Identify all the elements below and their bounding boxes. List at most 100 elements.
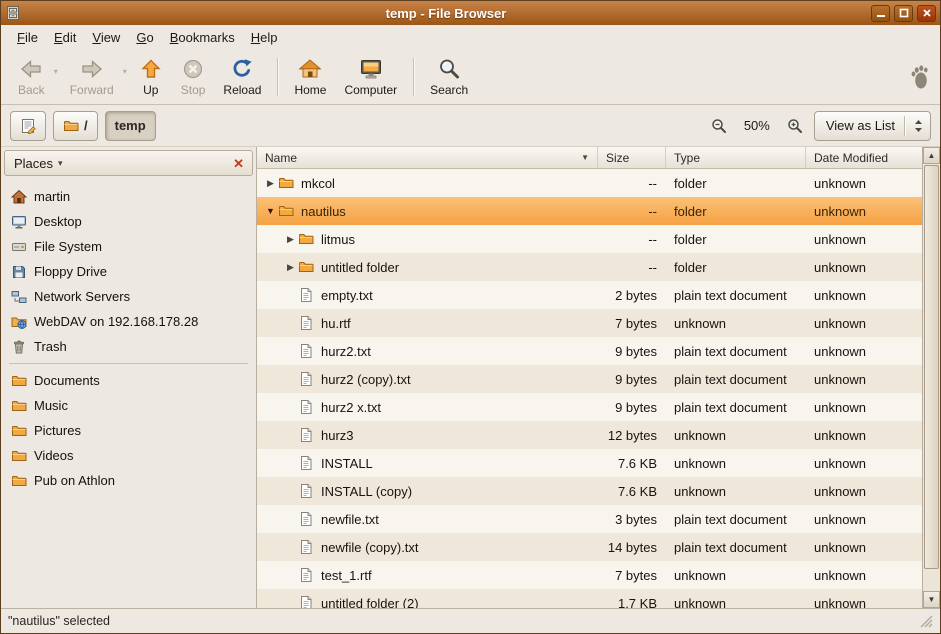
reload-label: Reload [223,83,261,97]
sidebar-item-documents[interactable]: Documents [1,368,256,393]
file-rows: ▶mkcol--folderunknown▼nautilus--folderun… [257,169,922,608]
search-button[interactable]: Search [421,52,477,102]
sidebar-item-file-system[interactable]: File System [1,234,256,259]
file-size: 9 bytes [598,372,666,387]
column-header-date-modified[interactable]: Date Modified [806,147,922,168]
menu-view[interactable]: View [84,27,128,48]
trash-icon [11,339,27,355]
file-row-test-1-rtf[interactable]: test_1.rtf7 bytesunknownunknown [257,561,922,589]
text-file-icon [298,427,314,443]
home-button[interactable]: Home [285,52,335,102]
file-size: 1.7 KB [598,596,666,609]
expand-toggle-icon[interactable]: ▶ [283,262,298,273]
view-mode-dropdown[interactable]: View as List [814,111,931,141]
scroll-down-button[interactable]: ▼ [923,591,940,608]
menu-file[interactable]: File [9,27,46,48]
up-label: Up [143,83,158,97]
sidebar-item-pictures[interactable]: Pictures [1,418,256,443]
computer-button[interactable]: Computer [335,52,406,102]
file-row-untitled-folder-2-[interactable]: untitled folder (2)1.7 KBunknownunknown [257,589,922,608]
file-row-mkcol[interactable]: ▶mkcol--folderunknown [257,169,922,197]
file-row-litmus[interactable]: ▶litmus--folderunknown [257,225,922,253]
home-label: Home [294,83,326,97]
file-row-hu-rtf[interactable]: hu.rtf7 bytesunknownunknown [257,309,922,337]
column-header-type[interactable]: Type [666,147,806,168]
file-type: folder [666,204,806,219]
zoom-in-button[interactable] [783,114,807,138]
resize-grip[interactable] [920,615,933,628]
expand-toggle-icon[interactable]: ▶ [283,234,298,245]
file-type: unknown [666,456,806,471]
sidebar-item-pub-on-athlon[interactable]: Pub on Athlon [1,468,256,493]
sidebar-item-label: martin [34,189,70,204]
current-folder-label: temp [115,118,146,133]
sidebar-item-label: Documents [34,373,100,388]
titlebar[interactable]: temp - File Browser [1,1,940,25]
file-row-untitled-folder[interactable]: ▶untitled folder--folderunknown [257,253,922,281]
file-row-hurz2-x-txt[interactable]: hurz2 x.txt9 bytesplain text documentunk… [257,393,922,421]
menu-go[interactable]: Go [128,27,161,48]
forward-label: Forward [70,83,114,97]
scrollbar-thumb[interactable] [924,165,939,569]
path-button-root[interactable]: / [53,111,98,141]
sidebar-item-label: Pub on Athlon [34,473,115,488]
file-size: 3 bytes [598,512,666,527]
folder-icon [298,231,314,247]
menu-edit[interactable]: Edit [46,27,84,48]
file-modified: unknown [806,260,922,275]
folder-icon [11,448,27,464]
menu-bookmarks[interactable]: Bookmarks [162,27,243,48]
file-row-newfile-txt[interactable]: newfile.txt3 bytesplain text documentunk… [257,505,922,533]
sidebar-item-floppy-drive[interactable]: Floppy Drive [1,259,256,284]
sidebar-item-music[interactable]: Music [1,393,256,418]
minimize-icon [876,8,886,18]
file-row-install-copy-[interactable]: INSTALL (copy)7.6 KBunknownunknown [257,477,922,505]
file-row-hurz2-copy-txt[interactable]: hurz2 (copy).txt9 bytesplain text docume… [257,365,922,393]
column-header-name[interactable]: Name ▼ [257,147,598,168]
file-row-hurz2-txt[interactable]: hurz2.txt9 bytesplain text documentunkno… [257,337,922,365]
places-header-dropdown[interactable]: Places ▾ ✕ [4,150,253,176]
text-file-icon [298,287,314,303]
file-row-newfile-copy-txt[interactable]: newfile (copy).txt14 bytesplain text doc… [257,533,922,561]
edit-location-icon [20,118,36,134]
expand-toggle-icon[interactable]: ▶ [263,178,278,189]
edit-location-toggle[interactable] [10,111,46,141]
sidebar-item-trash[interactable]: Trash [1,334,256,359]
up-button[interactable]: Up [130,52,172,102]
file-modified: unknown [806,512,922,527]
text-file-icon [298,399,314,415]
stop-icon [181,57,205,81]
path-button-current[interactable]: temp [105,111,156,141]
file-modified: unknown [806,540,922,555]
close-button[interactable] [917,5,936,22]
menu-help[interactable]: Help [243,27,286,48]
sidebar-item-webdav-on-192-168-178-28[interactable]: WebDAV on 192.168.178.28 [1,309,256,334]
file-row-install[interactable]: INSTALL7.6 KBunknownunknown [257,449,922,477]
file-modified: unknown [806,400,922,415]
file-row-empty-txt[interactable]: empty.txt2 bytesplain text documentunkno… [257,281,922,309]
vertical-scrollbar[interactable]: ▲ ▼ [922,147,940,608]
sidebar-item-videos[interactable]: Videos [1,443,256,468]
file-row-nautilus[interactable]: ▼nautilus--folderunknown [257,197,922,225]
reload-button[interactable]: Reload [214,52,270,102]
text-file-icon [298,371,314,387]
sidebar-item-network-servers[interactable]: Network Servers [1,284,256,309]
sidebar-item-martin[interactable]: martin [1,184,256,209]
file-size: 7 bytes [598,568,666,583]
zoom-out-button[interactable] [707,114,731,138]
collapse-toggle-icon[interactable]: ▼ [263,206,278,216]
scroll-up-button[interactable]: ▲ [923,147,940,164]
minimize-button[interactable] [871,5,890,22]
column-header-size[interactable]: Size [598,147,666,168]
close-sidebar-button[interactable]: ✕ [231,156,246,171]
file-size: 7.6 KB [598,456,666,471]
sidebar-item-desktop[interactable]: Desktop [1,209,256,234]
sidebar-item-label: Videos [34,448,74,463]
file-modified: unknown [806,372,922,387]
maximize-button[interactable] [894,5,913,22]
file-modified: unknown [806,176,922,191]
file-type: plain text document [666,288,806,303]
file-name: INSTALL [321,456,373,471]
file-name: nautilus [301,204,346,219]
file-row-hurz3[interactable]: hurz312 bytesunknownunknown [257,421,922,449]
